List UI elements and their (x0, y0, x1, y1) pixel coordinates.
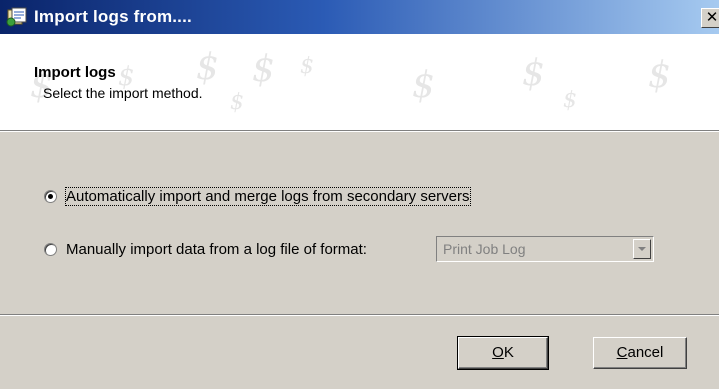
footer-divider (0, 314, 719, 316)
import-logs-dialog: Import logs from.... ✕ $ $ $ $ $ $ $ $ $… (0, 0, 719, 389)
log-format-value: Print Job Log (443, 241, 526, 257)
radio-selected-dot (48, 194, 53, 199)
auto-import-radio[interactable] (44, 190, 57, 203)
auto-import-label[interactable]: Automatically import and merge logs from… (65, 187, 471, 206)
ok-label: K (503, 344, 514, 361)
cancel-label: ancel (627, 344, 664, 361)
cancel-mnemonic: C (616, 344, 628, 361)
close-icon: ✕ (705, 9, 719, 26)
dollar-watermark-glyph: $ (648, 55, 671, 96)
manual-import-radio[interactable] (44, 243, 57, 256)
dollar-watermark-glyph: $ (252, 49, 275, 90)
dollar-watermark-glyph: $ (300, 54, 314, 79)
dollar-watermark-glyph: $ (563, 88, 577, 113)
auto-import-option[interactable]: Automatically import and merge logs from… (44, 187, 471, 206)
title-bar[interactable]: Import logs from.... ✕ (0, 0, 719, 34)
window-title: Import logs from.... (34, 7, 192, 26)
dropdown-arrow-button[interactable] (633, 239, 651, 259)
header-divider (0, 130, 719, 132)
manual-import-label[interactable]: Manually import data from a log file of … (66, 241, 367, 258)
wizard-header: $ $ $ $ $ $ $ $ $ $ Import logs Select t… (0, 34, 719, 130)
page-title: Import logs (34, 64, 116, 81)
dollar-watermark-glyph: $ (522, 53, 545, 94)
import-app-icon (6, 7, 27, 27)
ok-button[interactable]: OK (457, 336, 549, 370)
ok-mnemonic: O (492, 344, 504, 361)
cancel-button[interactable]: Cancel (593, 337, 687, 369)
dollar-watermark-glyph: $ (230, 90, 244, 115)
chevron-down-icon (638, 247, 646, 251)
manual-import-option[interactable]: Manually import data from a log file of … (44, 241, 367, 258)
log-format-select[interactable]: Print Job Log (436, 236, 654, 262)
close-button[interactable]: ✕ (701, 8, 719, 28)
page-subtitle: Select the import method. (43, 85, 203, 101)
dollar-watermark-glyph: $ (412, 65, 435, 106)
dollar-watermark-glyph: $ (196, 47, 219, 88)
